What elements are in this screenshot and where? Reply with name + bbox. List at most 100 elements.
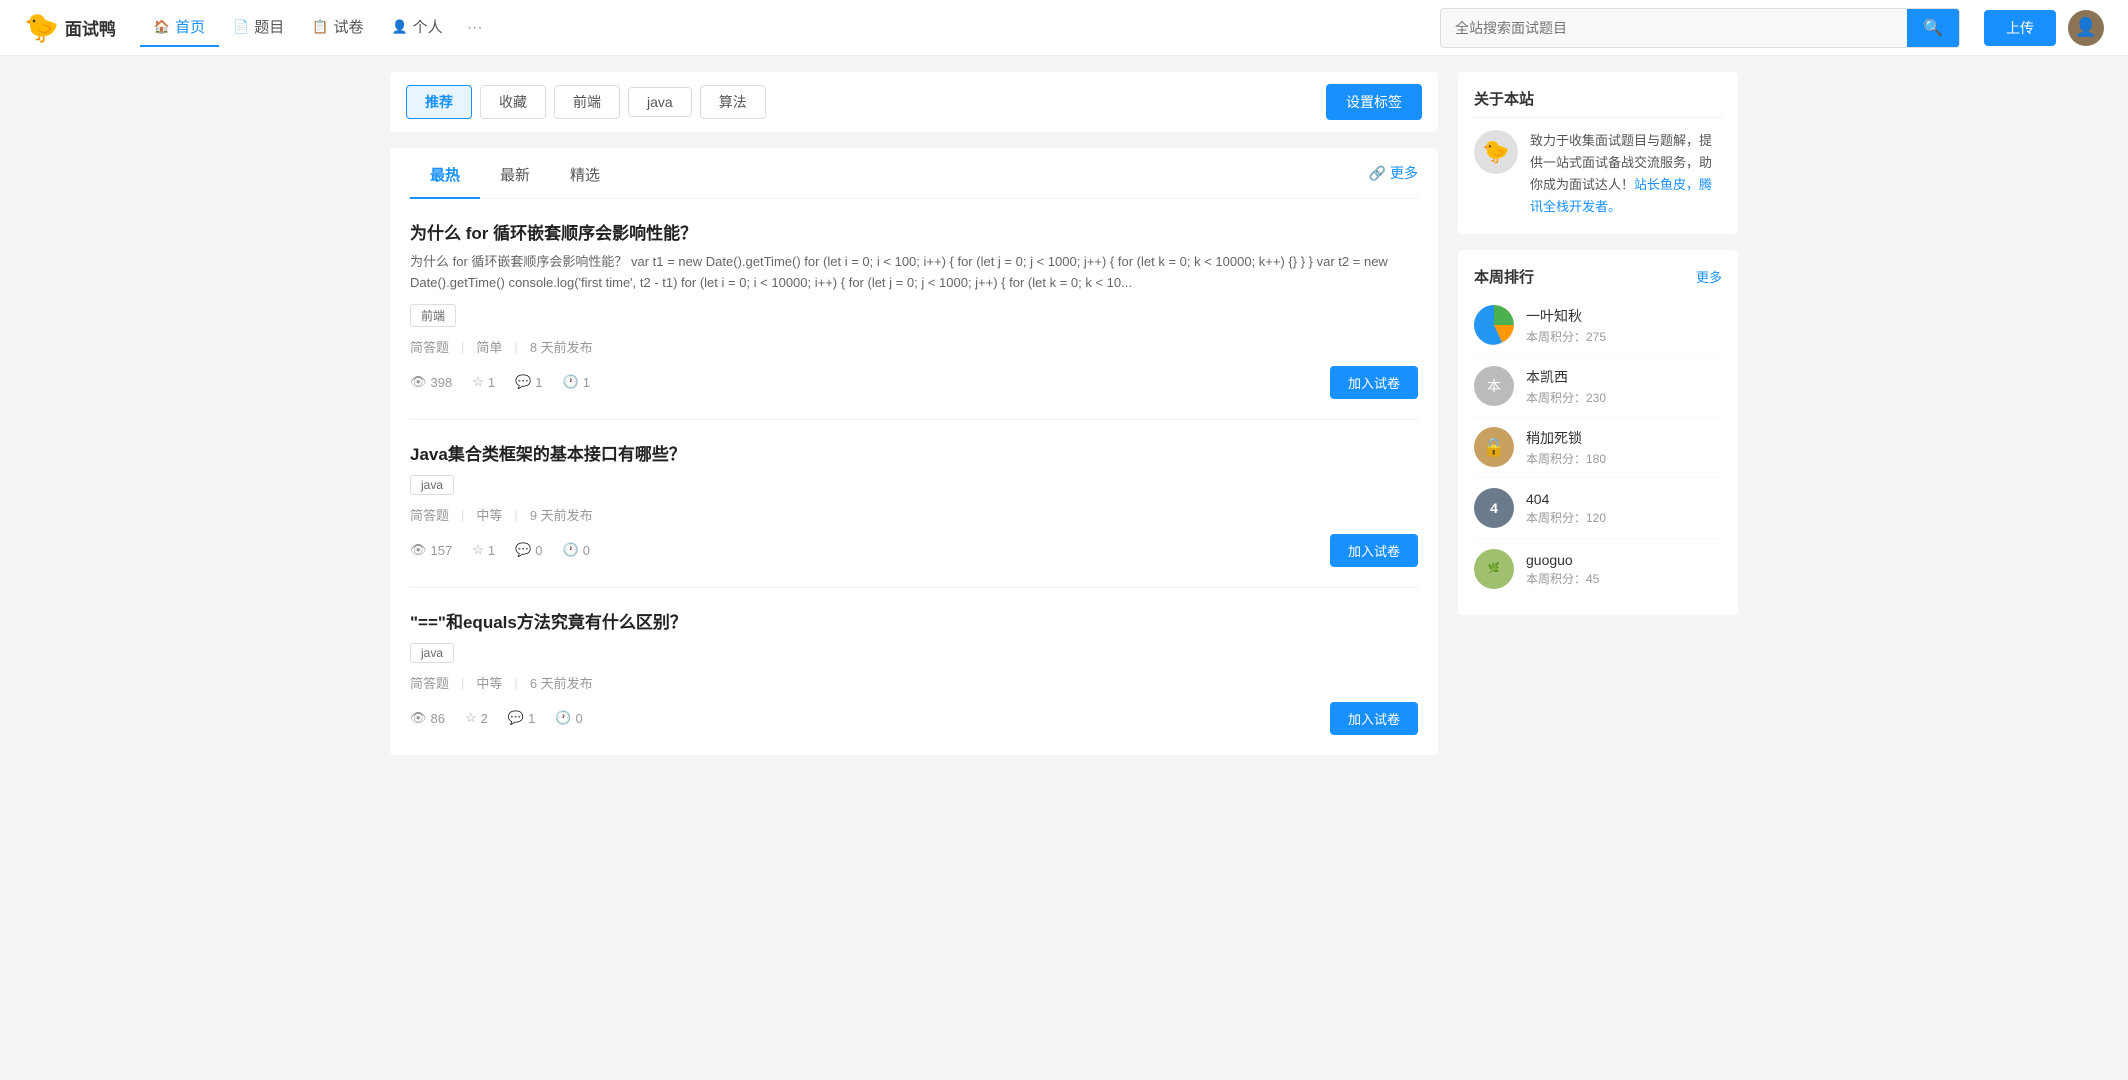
question-footer: 👁 157 ☆ 1 💬 0 🕐 0 (410, 534, 1418, 567)
q-type: 简答题 (410, 337, 449, 356)
rank-avatar-3: 🔒 (1474, 427, 1514, 467)
settings-tags-button[interactable]: 设置标签 (1326, 84, 1422, 120)
rank-score: 本周积分：275 (1526, 328, 1606, 345)
nav-more-icon[interactable]: ··· (457, 11, 493, 45)
q-published: 9 天前发布 (530, 505, 593, 524)
rank-avatar-1 (1474, 305, 1514, 345)
navbar-actions: 上传 👤 (1984, 10, 2104, 46)
stars-count: 1 (488, 375, 495, 390)
stat-comments: 💬 1 (515, 374, 542, 390)
q-tag[interactable]: java (410, 643, 454, 663)
main-content: 推荐 收藏 前端 java 算法 设置标签 最热 最新 精选 🔗 更多 (390, 72, 1438, 755)
views-count: 157 (431, 543, 453, 558)
avatar[interactable]: 👤 (2068, 10, 2104, 46)
q-type: 简答题 (410, 673, 449, 692)
stat-history: 🕐 0 (563, 542, 590, 558)
logo[interactable]: 🐤 面试鸭 (24, 11, 116, 44)
person-icon: 👤 (391, 19, 407, 35)
rank-score: 本周积分：120 (1526, 509, 1606, 526)
tag-favorites[interactable]: 收藏 (480, 85, 546, 119)
nav-item-questions[interactable]: 📄 题目 (219, 8, 298, 47)
stat-stars: ☆ 1 (472, 374, 495, 390)
tag-java[interactable]: java (628, 87, 692, 117)
logo-text: 面试鸭 (65, 15, 116, 40)
nav-item-home[interactable]: 🏠 首页 (140, 8, 219, 47)
add-to-exam-button-2[interactable]: 加入试卷 (1330, 534, 1418, 567)
ranking-more[interactable]: 更多 (1696, 267, 1722, 286)
tag-frontend[interactable]: 前端 (554, 85, 620, 119)
page-layout: 推荐 收藏 前端 java 算法 设置标签 最热 最新 精选 🔗 更多 (374, 56, 1754, 771)
stat-stars: ☆ 1 (472, 542, 495, 558)
navbar: 🐤 面试鸭 🏠 首页 📄 题目 📋 试卷 👤 个人 ··· 🔍 上传 👤 (0, 0, 2128, 56)
history-count: 0 (575, 711, 582, 726)
nav-exams-label: 试卷 (333, 16, 363, 37)
star-icon: ☆ (472, 542, 484, 558)
search-button[interactable]: 🔍 (1907, 9, 1959, 47)
q-type: 简答题 (410, 505, 449, 524)
tag-recommended[interactable]: 推荐 (406, 85, 472, 119)
q-published: 8 天前发布 (530, 337, 593, 356)
views-count: 398 (431, 375, 453, 390)
q-difficulty: 中等 (476, 673, 502, 692)
rank-name: 稍加死锁 (1526, 428, 1606, 448)
home-icon: 🏠 (154, 19, 170, 35)
comment-icon: 💬 (508, 710, 524, 726)
question-meta: 简答题 | 中等 | 9 天前发布 (410, 505, 1418, 524)
rank-avatar-5: 🌿 (1474, 549, 1514, 589)
rank-avatar-4: 4 (1474, 488, 1514, 528)
comment-icon: 💬 (515, 374, 531, 390)
comments-count: 1 (528, 711, 535, 726)
question-meta: 简答题 | 中等 | 6 天前发布 (410, 673, 1418, 692)
tab-featured[interactable]: 精选 (550, 148, 620, 199)
tab-hottest[interactable]: 最热 (410, 148, 480, 199)
about-link-yuppi[interactable]: 站长鱼皮， (1634, 177, 1699, 192)
stars-count: 1 (488, 543, 495, 558)
more-link[interactable]: 🔗 更多 (1369, 151, 1418, 195)
clock-icon: 🕐 (555, 710, 571, 726)
question-stats: 👁 86 ☆ 2 💬 1 🕐 0 (410, 710, 583, 726)
question-item: 为什么 for 循环嵌套顺序会影响性能？ 为什么 for 循环嵌套顺序会影响性能… (410, 199, 1418, 420)
search-input[interactable] (1441, 12, 1907, 44)
nav-item-exams[interactable]: 📋 试卷 (298, 8, 377, 47)
rank-item: 🔒 稍加死锁 本周积分：180 (1474, 417, 1722, 478)
clock-icon: 🕐 (563, 374, 579, 390)
q-difficulty: 中等 (476, 505, 502, 524)
stat-views: 👁 86 (410, 710, 445, 726)
question-tags: java (410, 475, 1418, 495)
rank-score: 本周积分：45 (1526, 570, 1599, 587)
upload-button[interactable]: 上传 (1984, 10, 2056, 46)
rank-name: 本凯西 (1526, 367, 1606, 387)
tab-newest[interactable]: 最新 (480, 148, 550, 199)
nav-item-profile[interactable]: 👤 个人 (377, 8, 456, 47)
add-to-exam-button-3[interactable]: 加入试卷 (1330, 702, 1418, 735)
about-title: 关于本站 (1474, 88, 1722, 118)
stat-comments: 💬 0 (515, 542, 542, 558)
star-icon: ☆ (465, 710, 477, 726)
rank-info-5: guoguo 本周积分：45 (1526, 552, 1599, 587)
about-text: 致力于收集面试题目与题解，提供一站式面试备战交流服务，助你成为面试达人！站长鱼皮… (1530, 130, 1722, 218)
question-title[interactable]: Java集合类框架的基本接口有哪些？ (410, 440, 1418, 465)
stat-history: 🕐 0 (555, 710, 582, 726)
rank-info-2: 本凯西 本周积分：230 (1526, 367, 1606, 406)
history-count: 0 (583, 543, 590, 558)
rank-item: 🌿 guoguo 本周积分：45 (1474, 539, 1722, 599)
stars-count: 2 (481, 711, 488, 726)
tag-algorithm[interactable]: 算法 (700, 85, 766, 119)
more-label: 更多 (1390, 163, 1418, 183)
nav-menu: 🏠 首页 📄 题目 📋 试卷 👤 个人 ··· (140, 8, 493, 47)
question-title[interactable]: "=="和equals方法究竟有什么区别？ (410, 608, 1418, 633)
tags-bar: 推荐 收藏 前端 java 算法 设置标签 (390, 72, 1438, 132)
search-bar: 🔍 (1440, 8, 1960, 48)
q-tag[interactable]: 前端 (410, 304, 456, 327)
rank-score: 本周积分：230 (1526, 389, 1606, 406)
comment-icon: 💬 (515, 542, 531, 558)
nav-home-label: 首页 (175, 16, 205, 37)
add-to-exam-button-1[interactable]: 加入试卷 (1330, 366, 1418, 399)
question-title[interactable]: 为什么 for 循环嵌套顺序会影响性能？ (410, 219, 1418, 244)
logo-duck-icon: 🐤 (24, 11, 59, 44)
question-footer: 👁 398 ☆ 1 💬 1 🕐 1 (410, 366, 1418, 399)
about-avatar: 🐤 (1474, 130, 1518, 174)
rank-info-4: 404 本周积分：120 (1526, 491, 1606, 526)
question-tags: java (410, 643, 1418, 663)
q-tag[interactable]: java (410, 475, 454, 495)
